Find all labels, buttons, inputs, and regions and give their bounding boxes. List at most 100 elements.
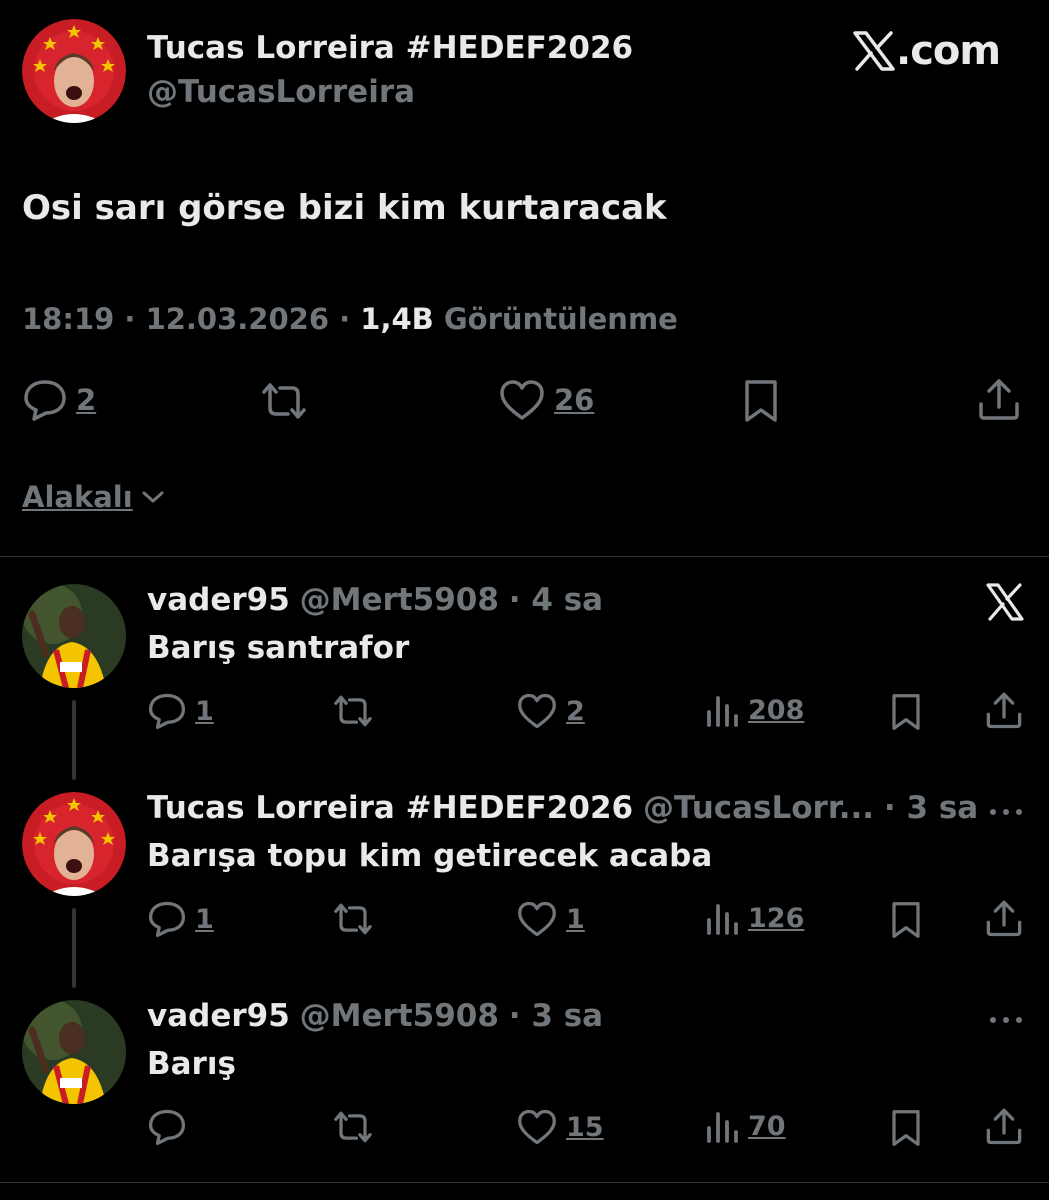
main-tweet-meta: 18:19 · 12.03.2026 · 1,4B Görüntülenme	[22, 302, 678, 336]
reply-like-count: 15	[566, 1111, 604, 1143]
sort-selector[interactable]: Alakalı	[22, 480, 165, 514]
reply-reply-button[interactable]	[147, 1108, 195, 1146]
reply-bookmark-button[interactable]	[888, 1108, 924, 1148]
bookmark-icon	[888, 900, 924, 940]
reply-text: Barış santrafor	[147, 630, 410, 666]
heart-icon	[516, 1108, 558, 1146]
reply-views-button[interactable]: 70	[704, 1108, 786, 1144]
main-tweet-handle[interactable]: @TucasLorreira	[147, 74, 415, 110]
reply-views-button[interactable]: 126	[704, 900, 804, 936]
reply-avatar[interactable]	[22, 792, 126, 896]
more-icon	[988, 807, 1024, 817]
more-button[interactable]	[988, 1010, 1024, 1029]
watermark-text: .com	[896, 28, 1001, 74]
retweet-icon	[330, 693, 376, 729]
reply-retweet-button[interactable]	[330, 693, 376, 729]
main-tweet-time[interactable]: 18:19	[22, 302, 114, 336]
main-tweet-like-count: 26	[554, 383, 595, 417]
reply-header: vader95 @Mert5908 · 4 sa	[147, 582, 603, 618]
meta-separator: ·	[339, 302, 351, 336]
reply-bookmark-button[interactable]	[888, 900, 924, 940]
reply-like-count: 1	[566, 903, 585, 935]
reply-avatar[interactable]	[22, 1000, 126, 1104]
reply-share-button[interactable]	[984, 1106, 1024, 1146]
reply-reply-button[interactable]: 1	[147, 692, 214, 730]
heart-icon	[516, 692, 558, 730]
sort-label: Alakalı	[22, 480, 133, 514]
main-tweet-views-label: Görüntülenme	[443, 302, 678, 336]
bookmark-icon	[888, 1108, 924, 1148]
reply-view-count: 70	[748, 1110, 786, 1142]
reply-icon	[22, 378, 68, 422]
reply-like-button[interactable]: 15	[516, 1108, 604, 1146]
reply-tweet[interactable]: vader95 @Mert5908 · 4 sa Barış santrafor…	[0, 576, 1049, 756]
reply-header: vader95 @Mert5908 · 3 sa	[147, 998, 603, 1034]
reply-text: Barış	[147, 1046, 236, 1082]
views-icon	[704, 1108, 740, 1144]
main-tweet-reply-count: 2	[76, 383, 97, 417]
reply-like-button[interactable]: 1	[516, 900, 585, 938]
reply-icon	[147, 1108, 187, 1146]
reply-text: Barışa topu kim getirecek acaba	[147, 838, 713, 874]
reply-tweet[interactable]: vader95 @Mert5908 · 3 sa Barış 15 70	[0, 992, 1049, 1172]
section-divider	[0, 556, 1049, 557]
reply-display-name[interactable]: Tucas Lorreira #HEDEF2026	[147, 790, 633, 826]
reply-tweet[interactable]: Tucas Lorreira #HEDEF2026 @TucasLorr... …	[0, 784, 1049, 964]
reply-share-button[interactable]	[984, 690, 1024, 730]
reply-retweet-button[interactable]	[330, 1109, 376, 1145]
chevron-down-icon	[141, 489, 165, 505]
reply-display-name[interactable]: vader95	[147, 582, 290, 618]
reply-bookmark-button[interactable]	[888, 692, 924, 732]
reply-share-button[interactable]	[984, 898, 1024, 938]
more-icon	[988, 1015, 1024, 1025]
main-tweet-bookmark-button[interactable]	[740, 378, 782, 424]
reply-handle[interactable]: @Mert5908	[300, 998, 499, 1034]
reply-header: Tucas Lorreira #HEDEF2026 @TucasLorr... …	[147, 790, 978, 826]
reply-age[interactable]: · 3 sa	[509, 998, 603, 1034]
share-icon	[976, 376, 1022, 422]
reply-icon	[147, 900, 187, 938]
main-tweet-text: Osi sarı görse bizi kim kurtaracak	[22, 188, 667, 228]
reply-age[interactable]: · 3 sa	[884, 790, 978, 826]
more-button[interactable]	[988, 802, 1024, 821]
heart-icon	[516, 900, 558, 938]
reply-retweet-button[interactable]	[330, 901, 376, 937]
views-icon	[704, 900, 740, 936]
reply-like-button[interactable]: 2	[516, 692, 585, 730]
meta-separator: ·	[124, 302, 136, 336]
share-icon	[984, 898, 1024, 938]
share-icon	[984, 1106, 1024, 1146]
reply-reply-count: 1	[195, 903, 214, 935]
heart-icon	[498, 378, 546, 422]
reply-view-count: 126	[748, 902, 805, 934]
bottom-divider	[0, 1182, 1049, 1183]
main-tweet-share-button[interactable]	[976, 376, 1022, 422]
main-tweet-like-button[interactable]: 26	[498, 378, 594, 422]
bookmark-icon	[740, 378, 782, 424]
reply-age[interactable]: · 4 sa	[509, 582, 603, 618]
share-icon	[984, 690, 1024, 730]
reply-views-button[interactable]: 208	[704, 692, 804, 728]
x-com-watermark: .com	[852, 28, 1001, 74]
main-tweet-date[interactable]: 12.03.2026	[146, 302, 329, 336]
main-tweet-avatar[interactable]	[22, 19, 126, 123]
reply-reply-button[interactable]: 1	[147, 900, 214, 938]
views-icon	[704, 692, 740, 728]
reply-avatar[interactable]	[22, 584, 126, 688]
main-tweet-reply-button[interactable]: 2	[22, 378, 96, 422]
reply-handle[interactable]: @Mert5908	[300, 582, 499, 618]
main-tweet-display-name[interactable]: Tucas Lorreira #HEDEF2026	[147, 30, 633, 66]
retweet-icon	[330, 1109, 376, 1145]
main-tweet-retweet-button[interactable]	[258, 380, 310, 422]
reply-reply-count: 1	[195, 695, 214, 727]
reply-display-name[interactable]: vader95	[147, 998, 290, 1034]
main-tweet-views-count: 1,4B	[360, 302, 434, 336]
reply-view-count: 208	[748, 694, 805, 726]
reply-icon	[147, 692, 187, 730]
main-tweet: Tucas Lorreira #HEDEF2026 @TucasLorreira…	[0, 0, 1049, 450]
reply-handle[interactable]: @TucasLorr...	[643, 790, 874, 826]
x-logo-icon	[852, 31, 896, 71]
retweet-icon	[258, 380, 310, 422]
reply-like-count: 2	[566, 695, 585, 727]
retweet-icon	[330, 901, 376, 937]
